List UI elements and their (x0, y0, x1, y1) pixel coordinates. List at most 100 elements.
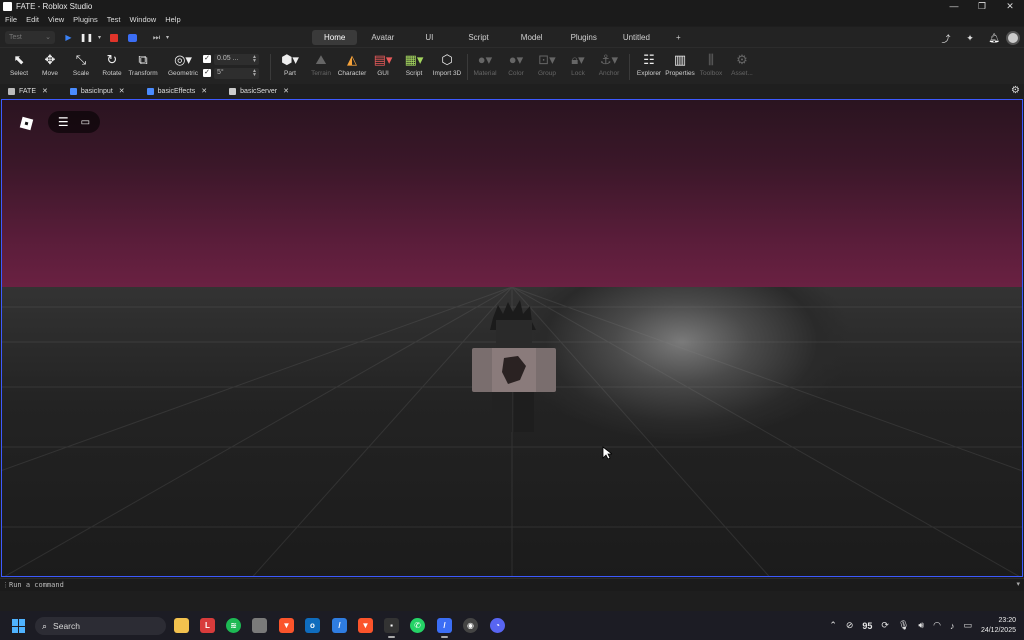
rotate-snap-checkbox[interactable]: ✓ (203, 69, 211, 77)
test-mode-select[interactable]: Test ⌄ (5, 31, 55, 44)
file-explorer-icon[interactable] (174, 618, 189, 633)
chevron-down-icon[interactable]: ▾ (1016, 580, 1020, 588)
tab-ui[interactable]: UI (408, 30, 450, 45)
scale-tool-button[interactable]: ⤡ Scale (66, 52, 96, 77)
close-icon[interactable]: ✕ (201, 87, 207, 95)
menu-window[interactable]: Window (130, 15, 157, 24)
chevron-up-icon[interactable]: ⌃ (829, 620, 837, 631)
windows-start-icon[interactable] (12, 619, 26, 633)
chat-icon[interactable]: ▭ (81, 117, 90, 128)
assistant-icon[interactable]: ✦ (958, 33, 982, 44)
tray-badge-number[interactable]: 95 (862, 621, 872, 631)
share-icon[interactable]: ⤴ (934, 32, 958, 45)
brave-icon[interactable]: ▼ (279, 618, 294, 633)
menu-view[interactable]: View (48, 15, 64, 24)
import-3d-button[interactable]: ⬡ Import 3D (430, 52, 464, 77)
anchor-button[interactable]: ⚓︎▾ Anchor (594, 52, 624, 77)
tab-untitled[interactable]: Untitled (611, 30, 662, 45)
toolbox-button[interactable]: ⫼ Toolbox (696, 52, 726, 77)
app-l-icon[interactable]: L (200, 618, 215, 633)
rotate-snap-field[interactable]: 5° ▲ ▼ (214, 67, 259, 79)
avatar[interactable] (1006, 31, 1020, 45)
menu-edit[interactable]: Edit (26, 15, 39, 24)
chevron-down-icon[interactable]: ▾ (93, 31, 106, 44)
play-icon[interactable]: ▶ (62, 31, 75, 44)
brave-2-icon[interactable]: ▼ (358, 618, 373, 633)
tab-home[interactable]: Home (312, 30, 358, 45)
microphone-icon[interactable]: 🎙︎ (898, 620, 909, 631)
spotify-icon[interactable]: ≋ (226, 618, 241, 633)
menu-help[interactable]: Help (165, 15, 180, 24)
taskbar-search[interactable]: ⌕ Search (35, 617, 166, 635)
game-viewport[interactable]: ☰ ▭ (1, 99, 1023, 577)
mode-tabs: Home Avatar UI Script Model Plugins Unti… (312, 30, 695, 45)
asset-manager-button[interactable]: ⚙︎ Asset... (727, 52, 757, 77)
sync-icon[interactable]: ⟳ (881, 620, 889, 631)
lock-button[interactable]: 🔒︎▾ Lock (563, 52, 593, 77)
add-tab-button[interactable]: + (664, 30, 693, 45)
notifications-icon[interactable]: 🔔︎ (982, 33, 1006, 44)
script-icon (146, 87, 154, 95)
client-server-icon[interactable] (126, 31, 139, 44)
toolbar-divider (270, 54, 271, 80)
material-button[interactable]: ●▾ Material (470, 52, 500, 77)
restore-icon[interactable]: ❐ (968, 0, 996, 13)
menu-plugins[interactable]: Plugins (73, 15, 98, 24)
close-icon[interactable]: ✕ (283, 87, 289, 95)
move-snap-checkbox[interactable]: ✓ (203, 55, 211, 63)
minimize-icon[interactable]: — (940, 0, 968, 13)
transform-tool-button[interactable]: ⧉ Transform (128, 52, 158, 77)
app-studio-icon[interactable]: / (437, 618, 452, 638)
spinner-icon[interactable]: ▲ ▼ (252, 54, 257, 64)
properties-button[interactable]: ▥ Properties (665, 52, 695, 77)
stop-icon[interactable] (107, 31, 120, 44)
tab-model[interactable]: Model (507, 30, 557, 45)
select-tool-button[interactable]: ⬉ Select (4, 52, 34, 77)
pause-icon[interactable]: ❚❚ (80, 31, 93, 44)
group-button[interactable]: ⊡▾ Group (532, 52, 562, 77)
doc-tab-basiceffects[interactable]: basicEffects ✕ (139, 84, 214, 98)
roblox-menu-button[interactable] (16, 113, 36, 133)
player-character[interactable] (468, 300, 560, 435)
menu-test[interactable]: Test (107, 15, 121, 24)
script-button[interactable]: ▦▾ Script (399, 52, 429, 77)
tab-avatar[interactable]: Avatar (359, 30, 406, 45)
doc-tab-basicinput[interactable]: basicInput ✕ (62, 84, 131, 98)
outlook-icon[interactable]: o (305, 618, 320, 633)
close-icon[interactable]: ✕ (119, 87, 125, 95)
character-button[interactable]: ◭ Character (337, 52, 367, 77)
command-input[interactable]: Run a command (9, 581, 64, 589)
chevron-down-icon[interactable]: ▾ (161, 31, 174, 44)
obs-icon[interactable]: ◉ (463, 618, 478, 633)
tab-plugins[interactable]: Plugins (559, 30, 609, 45)
color-button[interactable]: ●▾ Color (501, 52, 531, 77)
app-gray-icon[interactable] (252, 618, 267, 633)
roblox-studio-taskbar-icon[interactable]: ▪ (384, 618, 399, 638)
doc-tab-fate[interactable]: FATE ✕ (0, 84, 54, 98)
rotate-tool-button[interactable]: ↻ Rotate (97, 52, 127, 77)
move-snap-field[interactable]: 0.05 ... ▲ ▼ (214, 53, 259, 65)
part-button[interactable]: ⬢▾ Part (275, 52, 305, 77)
menu-file[interactable]: File (5, 15, 17, 24)
volume-icon[interactable]: 🔊︎ (918, 620, 924, 631)
tab-script[interactable]: Script (452, 30, 504, 45)
hamburger-menu-icon[interactable]: ☰ (58, 115, 69, 129)
close-icon[interactable]: ✕ (996, 0, 1024, 13)
doc-tab-basicserver[interactable]: basicServer ✕ (221, 84, 295, 98)
gear-icon[interactable]: ⚙ (1011, 85, 1020, 96)
discord-icon[interactable]: ◔ (490, 618, 505, 633)
speaker-icon[interactable]: ♪ (950, 621, 955, 631)
wifi-icon[interactable]: ◠ (933, 620, 941, 631)
close-icon[interactable]: ✕ (42, 87, 48, 95)
explorer-button[interactable]: ☷ Explorer (634, 52, 664, 77)
spinner-icon[interactable]: ▲ ▼ (252, 68, 257, 78)
geometric-mode-button[interactable]: ◎▾ Geometric (166, 52, 200, 77)
gui-button[interactable]: ▤▾ GUI (368, 52, 398, 77)
battery-icon[interactable]: ▭ (963, 620, 972, 631)
move-tool-button[interactable]: ✥ Move (35, 52, 65, 77)
whatsapp-icon[interactable]: ✆ (410, 618, 425, 633)
clock[interactable]: 23:20 24/12/2025 (981, 616, 1016, 636)
terrain-button[interactable]: ⛰ Terrain (306, 52, 336, 77)
network-off-icon[interactable]: ⊘ (846, 620, 854, 631)
app-blue-icon[interactable]: / (332, 618, 347, 633)
